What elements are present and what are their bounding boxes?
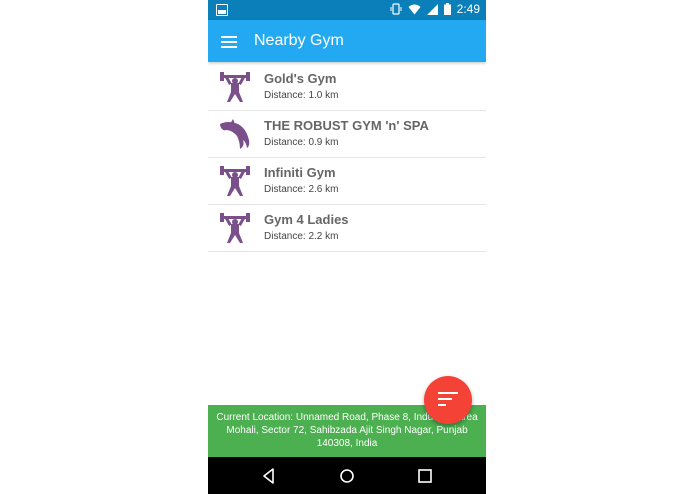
gym-distance: Distance: 2.2 km [264,231,339,242]
android-nav-bar [208,457,486,494]
cell-signal-icon [426,3,438,15]
gym-list: Gold's Gym Distance: 1.0 km THE ROBUST G… [208,64,486,252]
gym-name: Infiniti Gym [264,165,336,180]
hamburger-menu-icon[interactable] [221,36,237,48]
filter-sort-button[interactable] [424,376,472,424]
wifi-icon [408,4,421,14]
recent-apps-icon[interactable] [416,467,434,485]
page-title: Nearby Gym [254,32,344,49]
status-bar: 2:49 [208,0,486,20]
gym-name: Gym 4 Ladies [264,212,349,227]
gym-list-item[interactable]: Gold's Gym Distance: 1.0 km [208,64,486,111]
gym-distance: Distance: 0.9 km [264,137,339,148]
image-notification-icon [216,4,228,16]
battery-icon [443,3,451,15]
back-icon[interactable] [260,467,278,485]
sort-icon [438,392,458,410]
gym-distance: Distance: 2.6 km [264,184,339,195]
app-bar: Nearby Gym [208,20,486,62]
gym-name: Gold's Gym [264,71,337,86]
gym-list-item[interactable]: THE ROBUST GYM 'n' SPA Distance: 0.9 km [208,111,486,158]
gym-list-item[interactable]: Gym 4 Ladies Distance: 2.2 km [208,205,486,252]
weightlifter-icon [220,213,250,243]
home-icon[interactable] [338,467,356,485]
status-icons: 2:49 [390,2,480,16]
weightlifter-icon [220,166,250,196]
phone-screen: 2:49 Nearby Gym Gold's Gym Distance: 1.0… [208,0,486,494]
gym-name: THE ROBUST GYM 'n' SPA [264,118,429,133]
status-time: 2:49 [456,2,480,16]
gym-distance: Distance: 1.0 km [264,90,339,101]
dolphin-icon [220,119,250,149]
vibrate-icon [390,3,402,15]
weightlifter-icon [220,72,250,102]
gym-list-item[interactable]: Infiniti Gym Distance: 2.6 km [208,158,486,205]
